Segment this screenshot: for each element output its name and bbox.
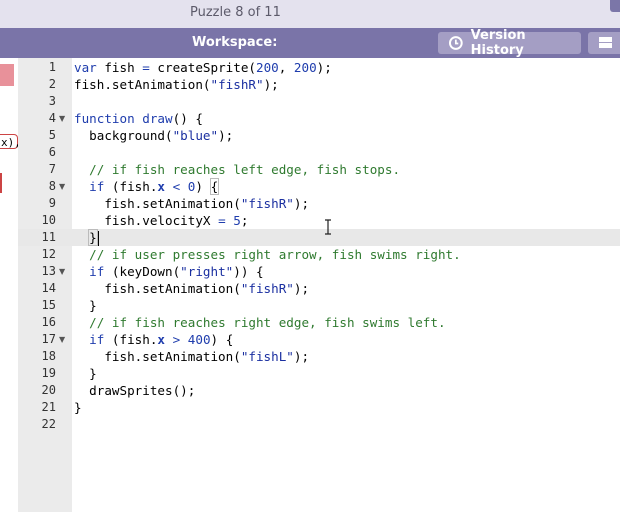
code-line[interactable]: 5 background("blue"); [0, 127, 620, 144]
top-right-tab[interactable] [610, 0, 620, 12]
line-number: 19 [41, 366, 56, 380]
code-text[interactable]: fish.setAnimation("fishR"); [74, 280, 309, 297]
code-text[interactable]: drawSprites(); [74, 382, 195, 399]
code-text[interactable]: if (keyDown("right")) { [74, 263, 263, 280]
line-number: 9 [48, 196, 56, 210]
line-number: 21 [41, 400, 56, 414]
layout-toggle-button[interactable] [588, 32, 620, 54]
text-cursor-icon [325, 219, 331, 235]
line-number: 7 [48, 162, 56, 176]
workspace-header: Workspace: Version History [0, 28, 620, 58]
version-history-button[interactable]: Version History [438, 28, 581, 58]
code-text[interactable]: // if fish reaches left edge, fish stops… [74, 161, 400, 178]
code-text[interactable]: } [74, 399, 82, 416]
fold-arrow-icon[interactable]: ▼ [59, 263, 69, 280]
code-text[interactable]: } [74, 229, 99, 246]
code-line[interactable]: 4 ▼ function draw() { [0, 110, 620, 127]
active-line-highlight [18, 229, 620, 246]
code-line[interactable]: 20 drawSprites(); [0, 382, 620, 399]
code-text[interactable]: fish.velocityX = 5; [74, 212, 248, 229]
line-number: 11 [41, 230, 56, 244]
line-number: 14 [41, 281, 56, 295]
line-number: 16 [41, 315, 56, 329]
code-text[interactable]: } [74, 297, 97, 314]
code-line[interactable]: 11 } [0, 229, 620, 246]
line-number: 17 [41, 332, 56, 346]
line-number: 22 [41, 417, 56, 431]
line-number: 13 [41, 264, 56, 278]
code-text[interactable]: background("blue"); [74, 127, 233, 144]
code-line[interactable]: 9 fish.setAnimation("fishR"); [0, 195, 620, 212]
code-line[interactable]: 8 ▼ if (fish.x < 0) { [0, 178, 620, 195]
line-number: 1 [48, 60, 56, 74]
code-line[interactable]: 6 [0, 144, 620, 161]
code-text[interactable]: fish.setAnimation("fishR"); [74, 195, 309, 212]
code-text[interactable]: // if fish reaches right edge, fish swim… [74, 314, 445, 331]
puzzle-progress-label: Puzzle 8 of 11 [190, 5, 281, 20]
code-line[interactable]: 16 // if fish reaches right edge, fish s… [0, 314, 620, 331]
code-line[interactable]: 19 } [0, 365, 620, 382]
code-line[interactable]: 18 fish.setAnimation("fishL"); [0, 348, 620, 365]
code-text[interactable]: if (fish.x > 400) { [74, 331, 233, 348]
fold-arrow-icon[interactable]: ▼ [59, 178, 69, 195]
clock-icon [448, 36, 463, 50]
code-line[interactable]: 21} [0, 399, 620, 416]
fold-arrow-icon[interactable]: ▼ [59, 331, 69, 348]
code-text[interactable]: fish.setAnimation("fishR"); [74, 76, 279, 93]
code-line[interactable]: 14 fish.setAnimation("fishR"); [0, 280, 620, 297]
code-text[interactable]: } [74, 365, 97, 382]
version-history-label: Version History [470, 28, 526, 58]
code-line[interactable]: 17 ▼ if (fish.x > 400) { [0, 331, 620, 348]
workspace-title: Workspace: [192, 35, 278, 50]
code-line[interactable]: 7 // if fish reaches left edge, fish sto… [0, 161, 620, 178]
fold-arrow-icon[interactable]: ▼ [59, 110, 69, 127]
line-number: 10 [41, 213, 56, 227]
line-number: 18 [41, 349, 56, 363]
code-line[interactable]: 13 ▼ if (keyDown("right")) { [0, 263, 620, 280]
code-line[interactable]: 1 var fish = createSprite(200, 200); [0, 59, 620, 76]
line-number: 20 [41, 383, 56, 397]
layout-toggle-icon [599, 37, 612, 48]
code-line[interactable]: 22 [0, 416, 620, 433]
code-text[interactable]: var fish = createSprite(200, 200); [74, 59, 332, 76]
code-line[interactable]: 15 } [0, 297, 620, 314]
code-text[interactable]: function draw() { [74, 110, 203, 127]
code-text[interactable]: // if user presses right arrow, fish swi… [74, 246, 461, 263]
code-line[interactable]: 12 // if user presses right arrow, fish … [0, 246, 620, 263]
code-text[interactable]: if (fish.x < 0) { [74, 178, 220, 195]
code-text[interactable]: fish.setAnimation("fishL"); [74, 348, 309, 365]
code-line[interactable]: 10 fish.velocityX = 5; [0, 212, 620, 229]
top-bar: Puzzle 8 of 11 [0, 0, 620, 28]
line-number: 5 [48, 128, 56, 142]
line-number: 15 [41, 298, 56, 312]
line-number: 2 [48, 77, 56, 91]
line-number: 3 [48, 94, 56, 108]
code-line[interactable]: 3 [0, 93, 620, 110]
line-number: 8 [48, 179, 56, 193]
line-number: 4 [48, 111, 56, 125]
line-number: 6 [48, 145, 56, 159]
line-number: 12 [41, 247, 56, 261]
code-line[interactable]: 2 fish.setAnimation("fishR"); [0, 76, 620, 93]
